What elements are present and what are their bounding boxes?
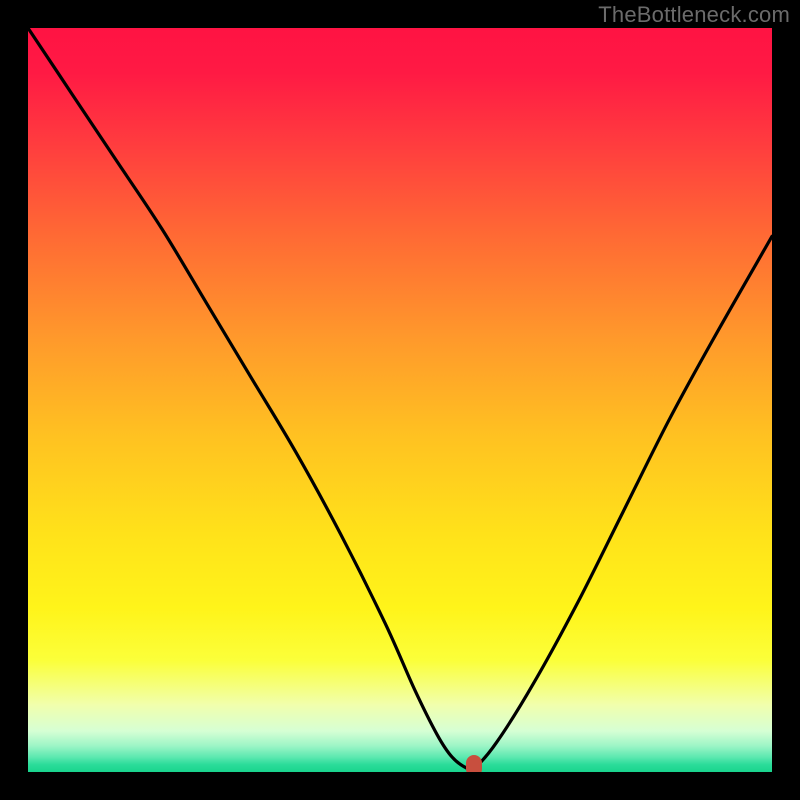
- bottleneck-line: [28, 28, 772, 772]
- watermark-text: TheBottleneck.com: [598, 2, 790, 28]
- chart-frame: TheBottleneck.com: [0, 0, 800, 800]
- plot-area: [28, 28, 772, 772]
- minimum-marker: [466, 755, 482, 772]
